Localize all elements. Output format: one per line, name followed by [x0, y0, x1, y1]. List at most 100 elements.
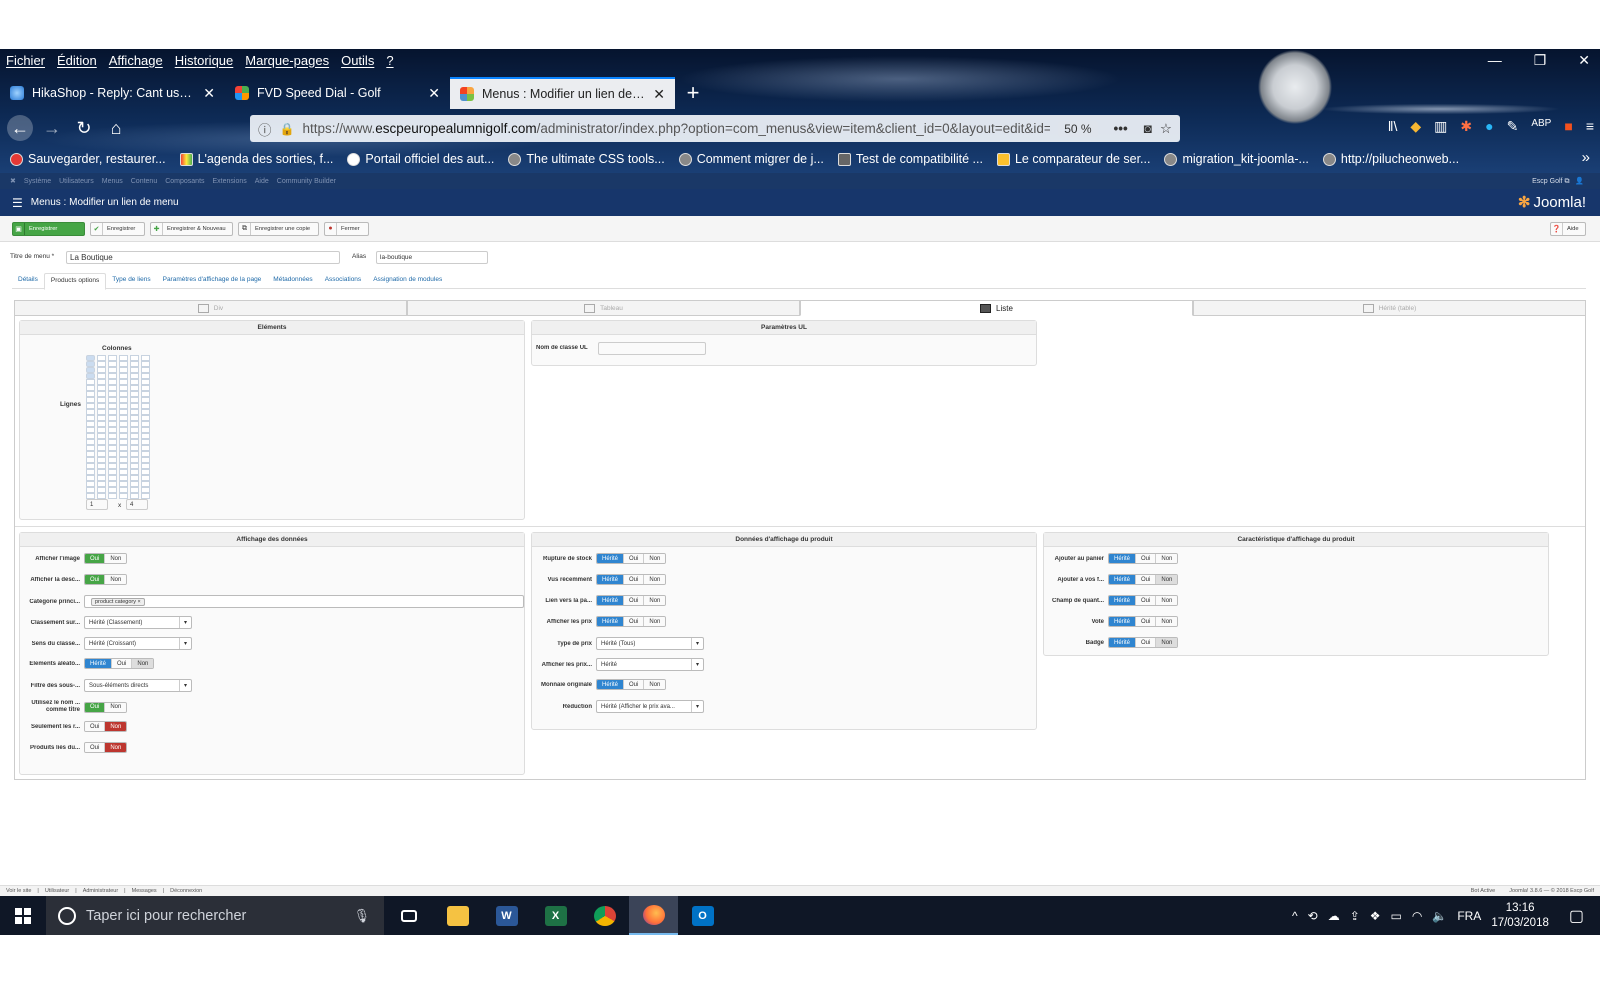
tab-link-type[interactable]: Type de liens: [106, 273, 156, 288]
clock[interactable]: 13:16 17/03/2018: [1491, 901, 1549, 931]
select-dropdown[interactable]: Hérité (Croissant) ▾: [84, 637, 192, 650]
bookmark-item[interactable]: Portail officiel des aut...: [347, 152, 494, 166]
toggle-option[interactable]: Oui: [85, 702, 106, 712]
extension-icon-4[interactable]: ■: [1564, 118, 1572, 135]
extension-icon-1[interactable]: ◆: [1410, 118, 1421, 135]
bookmark-item[interactable]: Comment migrer de j...: [678, 152, 824, 166]
menu-marque-pages[interactable]: Marque-pages: [245, 53, 329, 68]
home-icon[interactable]: ⌂: [100, 118, 132, 139]
category-chip[interactable]: product category ×: [91, 597, 145, 606]
layout-tab-list[interactable]: Liste: [800, 300, 1193, 316]
toggle-option[interactable]: Non: [644, 575, 666, 584]
close-button[interactable]: ● Fermer: [324, 221, 369, 236]
toggle-option[interactable]: Non: [1156, 596, 1178, 605]
toggle-option[interactable]: Hérité: [597, 575, 625, 584]
volume-icon[interactable]: 🔈: [1432, 909, 1447, 923]
admin-menu-item[interactable]: Contenu: [131, 178, 157, 185]
tab-details[interactable]: Détails: [12, 273, 44, 288]
tab-products-options[interactable]: Products options: [43, 273, 107, 290]
toggle-option[interactable]: Oui: [1136, 554, 1157, 563]
taskbar-search[interactable]: Taper ici pour rechercher 🎙: [46, 896, 384, 935]
toggle-option[interactable]: Oui: [112, 659, 133, 668]
toggle-option[interactable]: Oui: [624, 554, 645, 563]
toggle-option[interactable]: Oui: [1136, 638, 1157, 647]
chrome-icon[interactable]: [580, 896, 629, 935]
toggle-option[interactable]: Hérité: [1109, 554, 1137, 563]
admins-link[interactable]: Administrateur: [83, 888, 118, 894]
library-icon[interactable]: ‖\: [1388, 118, 1398, 135]
menu-title-input[interactable]: La Boutique: [66, 251, 340, 264]
onedrive-icon[interactable]: ☁: [1328, 909, 1340, 923]
file-explorer-icon[interactable]: [433, 896, 482, 935]
menu-aide[interactable]: ?: [386, 53, 393, 68]
chevron-right-icon[interactable]: »: [1582, 149, 1590, 166]
toggle-option[interactable]: Non: [1156, 617, 1178, 626]
toggle-option[interactable]: Non: [644, 554, 666, 563]
close-tab-icon[interactable]: ✕: [203, 85, 215, 102]
task-view-icon[interactable]: [384, 896, 433, 935]
view-site-link[interactable]: Voir le site: [6, 888, 31, 894]
admin-menu-item[interactable]: Community Builder: [277, 178, 336, 185]
select-dropdown[interactable]: Sous-éléments directs ▾: [84, 679, 192, 692]
admin-menu-item[interactable]: Système: [24, 178, 51, 185]
toggle-option[interactable]: Oui: [1136, 596, 1157, 605]
ul-class-input[interactable]: [598, 342, 706, 355]
tab-speed-dial[interactable]: FVD Speed Dial - Golf ✕: [225, 77, 450, 109]
toggle-option[interactable]: Non: [105, 702, 127, 712]
remove-chip-icon[interactable]: ×: [136, 599, 140, 605]
rows-count-input[interactable]: 4: [126, 499, 148, 510]
menu-historique[interactable]: Historique: [175, 53, 234, 68]
toggle-option[interactable]: Non: [1156, 638, 1178, 647]
toggle-option[interactable]: Hérité: [597, 554, 625, 563]
toggle-option[interactable]: Oui: [624, 575, 645, 584]
toggle-option[interactable]: Oui: [85, 575, 106, 584]
close-tab-icon[interactable]: ✕: [428, 85, 440, 102]
zoom-level[interactable]: 50 %: [1058, 120, 1098, 137]
toggle-option[interactable]: Non: [132, 659, 154, 668]
save-new-button[interactable]: ✚ Enregistrer & Nouveau: [150, 221, 233, 236]
reload-icon[interactable]: ↻: [68, 118, 100, 139]
save-copy-button[interactable]: ⧉ Enregistrer une copie: [238, 221, 319, 236]
admin-menu-item[interactable]: Menus: [102, 178, 123, 185]
toggle-option[interactable]: Non: [105, 722, 127, 731]
extension-icon-2[interactable]: ✱: [1460, 118, 1472, 135]
bookmark-item[interactable]: L'agenda des sorties, f...: [179, 152, 333, 166]
toggle-option[interactable]: Oui: [624, 617, 645, 626]
users-link[interactable]: Utilisateur: [45, 888, 69, 894]
grid-cell[interactable]: [108, 493, 117, 499]
bookmark-item[interactable]: The ultimate CSS tools...: [508, 152, 665, 166]
tab-page-display[interactable]: Paramètres d'affichage de la page: [157, 273, 268, 288]
bookmark-item[interactable]: Sauvegarder, restaurer...: [10, 152, 166, 166]
layout-tab-inherited[interactable]: Hérité (table): [1193, 300, 1586, 316]
select-dropdown[interactable]: Hérité (Afficher le prix ava... ▾: [596, 700, 704, 713]
toggle-option[interactable]: Non: [105, 575, 127, 584]
restore-icon[interactable]: ❐: [1534, 52, 1547, 69]
page-actions-icon[interactable]: •••: [1106, 121, 1136, 136]
word-icon[interactable]: W: [482, 896, 531, 935]
layout-tab-table[interactable]: Tableau: [407, 300, 800, 316]
outlook-icon[interactable]: O: [678, 896, 727, 935]
tab-associations[interactable]: Associations: [319, 273, 368, 288]
alias-input[interactable]: la-boutique: [376, 251, 488, 264]
upload-cloud-icon[interactable]: ⇪: [1350, 909, 1360, 923]
toggle-option[interactable]: Oui: [85, 743, 106, 752]
dropbox-icon[interactable]: ❖: [1370, 909, 1381, 923]
new-tab-icon[interactable]: +: [675, 77, 711, 109]
extension-icon-3[interactable]: ●: [1485, 118, 1493, 135]
microphone-icon[interactable]: 🎙: [353, 908, 370, 924]
toggle-option[interactable]: Hérité: [597, 596, 625, 605]
language-indicator[interactable]: FRA: [1457, 909, 1481, 923]
menu-affichage[interactable]: Affichage: [109, 53, 163, 68]
toggle-option[interactable]: Hérité: [597, 680, 625, 689]
menu-edition[interactable]: Édition: [57, 53, 97, 68]
pocket-icon[interactable]: ◙: [1144, 121, 1152, 136]
tab-menus-edit[interactable]: Menus : Modifier un lien de menu ✕: [450, 77, 675, 109]
url-bar[interactable]: ⓘ 🔒 https://www.escpeuropealumnigolf.com…: [250, 115, 1180, 142]
admin-menu-item[interactable]: Utilisateurs: [59, 178, 94, 185]
notifications-icon[interactable]: ▢: [1569, 906, 1584, 926]
sidebar-icon[interactable]: ▥: [1434, 118, 1447, 135]
back-icon[interactable]: ←: [4, 115, 36, 141]
excel-icon[interactable]: X: [531, 896, 580, 935]
minimize-icon[interactable]: —: [1488, 52, 1502, 69]
bookmark-item[interactable]: http://pilucheonweb...: [1322, 152, 1459, 166]
